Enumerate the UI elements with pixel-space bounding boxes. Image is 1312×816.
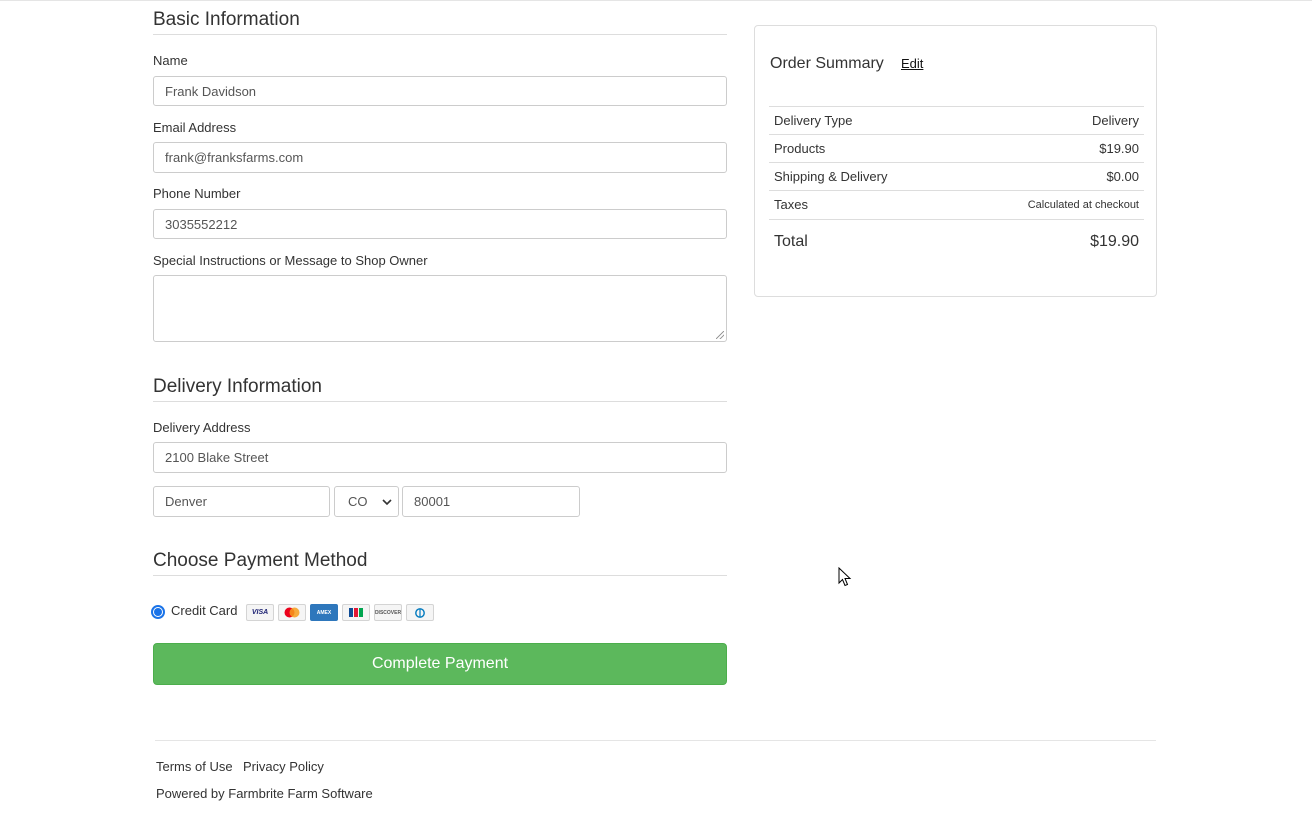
city-value: Denver xyxy=(165,494,207,509)
summary-row-value: Delivery xyxy=(1092,113,1139,128)
payment-method-title: Choose Payment Method xyxy=(153,550,727,576)
summary-row-label: Shipping & Delivery xyxy=(774,169,888,184)
instructions-label: Special Instructions or Message to Shop … xyxy=(153,253,428,268)
summary-row-label: Taxes xyxy=(774,197,808,212)
name-value: Frank Davidson xyxy=(165,83,257,99)
terms-of-use-link[interactable]: Terms of Use xyxy=(156,759,233,774)
summary-row-label: Products xyxy=(774,141,826,156)
basic-info-title: Basic Information xyxy=(153,9,727,35)
credit-card-radio[interactable] xyxy=(151,605,165,619)
complete-payment-button[interactable]: Complete Payment xyxy=(153,643,727,685)
powered-by-text: Powered by Farmbrite Farm Software xyxy=(156,786,373,801)
amex-card-icon: AMEX xyxy=(310,604,338,621)
email-field[interactable]: frank@franksfarms.com xyxy=(153,142,727,173)
phone-label: Phone Number xyxy=(153,186,241,201)
edit-order-link[interactable]: Edit xyxy=(901,56,923,71)
state-select[interactable]: CO xyxy=(334,486,399,517)
resize-handle-icon[interactable] xyxy=(716,331,724,339)
summary-row-delivery-type: Delivery Type Delivery xyxy=(769,106,1144,134)
phone-value: 3035552212 xyxy=(165,216,238,232)
summary-total-row: Total $19.90 xyxy=(769,219,1144,263)
jcb-card-icon xyxy=(342,604,370,621)
summary-row-value: Calculated at checkout xyxy=(1027,198,1139,211)
mouse-pointer-icon xyxy=(838,567,852,587)
email-label: Email Address xyxy=(153,120,237,135)
summary-row-value: $0.00 xyxy=(1106,169,1139,184)
address-field[interactable]: 2100 Blake Street xyxy=(153,442,727,473)
total-value: $19.90 xyxy=(1090,232,1139,250)
total-label: Total xyxy=(774,232,808,250)
order-summary-panel: Order Summary Edit Delivery Type Deliver… xyxy=(754,25,1157,297)
zip-value: 80001 xyxy=(414,494,451,509)
city-field[interactable]: Denver xyxy=(153,486,330,517)
summary-row-label: Delivery Type xyxy=(774,113,853,128)
email-value: frank@franksfarms.com xyxy=(165,150,304,165)
diners-card-icon xyxy=(406,604,434,621)
summary-row-value: $19.90 xyxy=(1099,141,1139,156)
name-field[interactable]: Frank Davidson xyxy=(153,76,727,106)
visa-card-icon: VISA xyxy=(246,604,274,621)
footer-divider xyxy=(155,740,1156,741)
radio-selected-dot xyxy=(154,608,162,616)
address-value: 2100 Blake Street xyxy=(165,450,269,465)
summary-row-shipping: Shipping & Delivery $0.00 xyxy=(769,162,1144,190)
phone-field[interactable]: 3035552212 xyxy=(153,209,727,239)
instructions-textarea[interactable] xyxy=(153,275,727,342)
summary-row-taxes: Taxes Calculated at checkout xyxy=(769,190,1144,218)
state-value: CO xyxy=(348,494,368,509)
chevron-down-icon xyxy=(382,498,392,505)
mastercard-icon xyxy=(278,604,306,621)
top-border xyxy=(0,0,1312,1)
address-label: Delivery Address xyxy=(153,420,251,435)
summary-row-products: Products $19.90 xyxy=(769,134,1144,162)
zip-field[interactable]: 80001 xyxy=(402,486,580,517)
privacy-policy-link[interactable]: Privacy Policy xyxy=(243,759,324,774)
credit-card-label[interactable]: Credit Card xyxy=(171,603,237,618)
discover-card-icon: DISCOVER xyxy=(374,604,402,621)
order-summary-title: Order Summary xyxy=(770,55,884,72)
delivery-info-title: Delivery Information xyxy=(153,376,727,402)
name-label: Name xyxy=(153,53,188,68)
